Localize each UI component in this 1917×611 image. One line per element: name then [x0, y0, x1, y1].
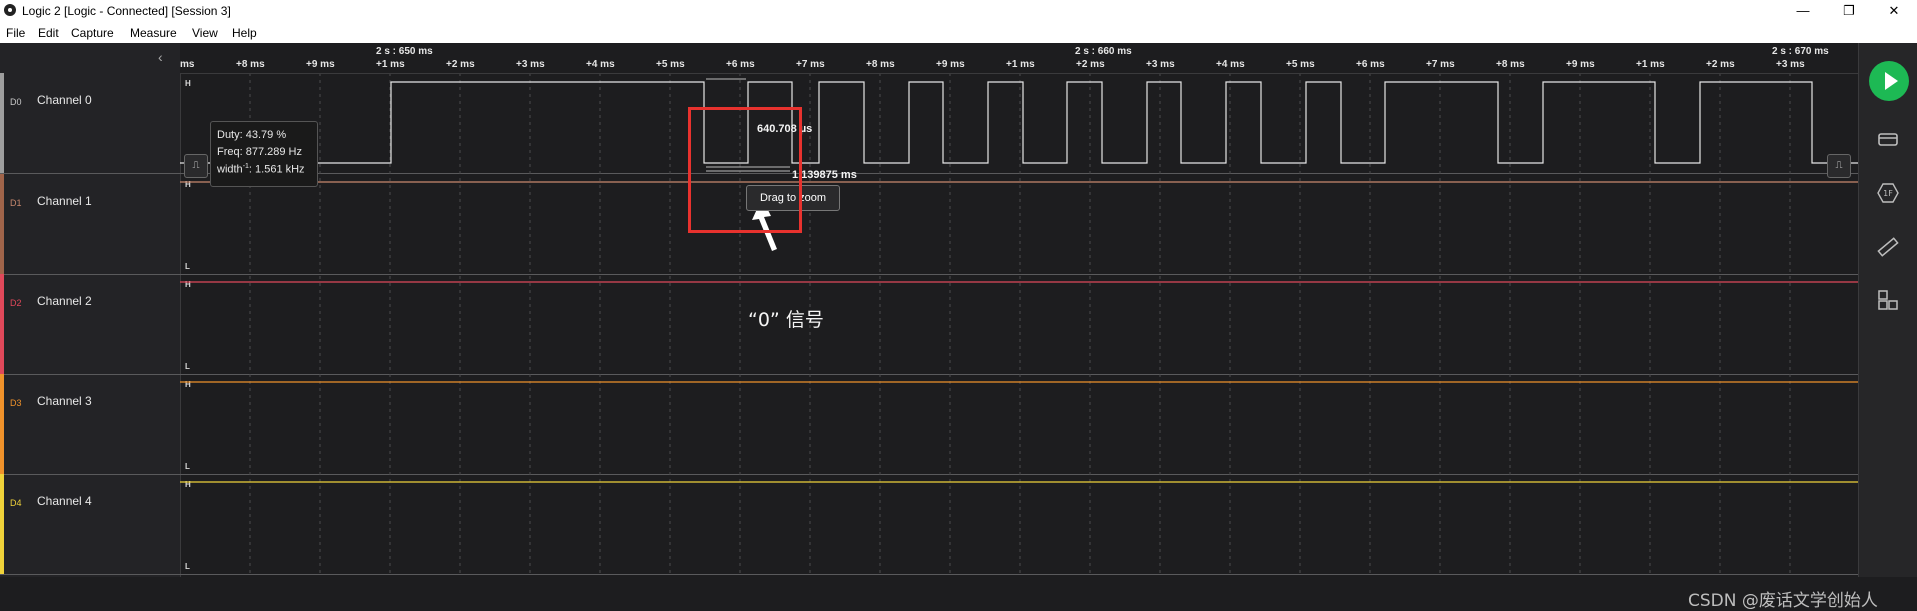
ruler-tick-label: +1 ms	[376, 59, 405, 70]
channel-color-stripe	[0, 474, 4, 574]
channel-id: D1	[10, 198, 22, 208]
app-logo-icon	[4, 4, 16, 16]
menu-bar: File Edit Capture Measure View Help	[0, 22, 1917, 43]
level-high-label: H	[185, 380, 191, 389]
level-low-label: L	[185, 262, 190, 271]
ruler-tick-label: +7 ms	[1426, 59, 1455, 70]
channel-name[interactable]: Channel 1	[37, 194, 92, 208]
ruler-tick-label: +3 ms	[516, 59, 545, 70]
ruler-tick-label: +2 ms	[446, 59, 475, 70]
level-low-label: L	[185, 362, 190, 371]
channel-id: D0	[10, 97, 22, 107]
menu-help[interactable]: Help	[232, 26, 257, 40]
channel-name[interactable]: Channel 3	[37, 394, 92, 408]
extensions-icon[interactable]	[1876, 288, 1900, 312]
channel-id: D4	[10, 498, 22, 508]
menu-view[interactable]: View	[192, 26, 218, 40]
menu-edit[interactable]: Edit	[38, 26, 59, 40]
width-inverse-value: width-1: 1.561 kHz	[217, 163, 305, 176]
level-high-label: H	[185, 79, 191, 88]
ruler-tick-label: +2 ms	[1706, 59, 1735, 70]
channel-row-3[interactable]: D3 Channel 3 H L	[0, 374, 1858, 475]
measure-ruler-icon[interactable]	[1876, 235, 1900, 259]
channel-row-1[interactable]: D1 Channel 1 H L	[0, 174, 1858, 275]
annotation-label: “0” 信号	[748, 309, 824, 331]
channel-id: D2	[10, 298, 22, 308]
ruler-major-label: 2 s : 660 ms	[1075, 46, 1132, 57]
duty-value: Duty: 43.79 %	[217, 129, 287, 141]
trigger-rising-edge-icon[interactable]: ⎍	[1827, 154, 1851, 178]
analyzer-icon[interactable]: 1F	[1876, 181, 1900, 205]
ruler-tick-label: ms	[180, 59, 195, 70]
channel-color-stripe	[0, 374, 4, 474]
measurement-popup: Duty: 43.79 % Freq: 877.289 Hz width-1: …	[210, 121, 318, 187]
window-titlebar: Logic 2 [Logic - Connected] [Session 3] …	[0, 0, 1917, 22]
menu-measure[interactable]: Measure	[130, 26, 177, 40]
ruler-tick-label: +4 ms	[1216, 59, 1245, 70]
channel-name[interactable]: Channel 0	[37, 93, 92, 107]
channel-color-stripe	[0, 274, 4, 374]
close-button[interactable]: ✕	[1871, 0, 1917, 22]
highlight-box	[688, 107, 802, 233]
level-high-label: H	[185, 180, 191, 189]
ruler-major-label: 2 s : 650 ms	[376, 46, 433, 57]
ruler-tick-label: +6 ms	[726, 59, 755, 70]
ruler-tick-label: +7 ms	[796, 59, 825, 70]
ruler-tick-label: +1 ms	[1006, 59, 1035, 70]
menu-capture[interactable]: Capture	[71, 26, 114, 40]
channel-color-stripe	[0, 174, 4, 274]
channel-name[interactable]: Channel 4	[37, 494, 92, 508]
ruler-tick-label: +8 ms	[1496, 59, 1525, 70]
chevron-left-icon[interactable]: ‹	[158, 49, 163, 65]
waveform-area[interactable]: D0 Channel 0 H L D1 Channel 1 H L D2 Cha…	[0, 43, 1878, 611]
ruler-tick-label: +9 ms	[306, 59, 335, 70]
ruler-tick-label: +8 ms	[866, 59, 895, 70]
level-high-label: H	[185, 480, 191, 489]
channel-id: D3	[10, 398, 22, 408]
trigger-falling-edge-icon[interactable]: ⎍	[184, 154, 208, 178]
channel-row-2[interactable]: D2 Channel 2 H L	[0, 274, 1858, 375]
level-high-label: H	[185, 280, 191, 289]
ruler-tick-label: +8 ms	[236, 59, 265, 70]
ruler-tick-label: +9 ms	[936, 59, 965, 70]
svg-text:1F: 1F	[1883, 189, 1893, 198]
ruler-tick-label: +2 ms	[1076, 59, 1105, 70]
time-ruler[interactable]: ‹ 2 s : 650 ms 2 s : 660 ms 2 s : 670 ms…	[158, 43, 1858, 74]
level-low-label: L	[185, 562, 190, 571]
ruler-tick-label: +6 ms	[1356, 59, 1385, 70]
ruler-tick-label: +4 ms	[586, 59, 615, 70]
ruler-tick-label: +9 ms	[1566, 59, 1595, 70]
play-icon[interactable]	[1869, 61, 1909, 101]
device-icon[interactable]	[1876, 127, 1900, 151]
ruler-tick-label: +5 ms	[656, 59, 685, 70]
channel-color-stripe	[0, 73, 4, 173]
ruler-major-label: 2 s : 670 ms	[1772, 46, 1829, 57]
channel-name[interactable]: Channel 2	[37, 294, 92, 308]
ruler-tick-label: +3 ms	[1146, 59, 1175, 70]
minimize-button[interactable]: —	[1780, 0, 1826, 22]
window-title: Logic 2 [Logic - Connected] [Session 3]	[22, 4, 231, 18]
right-sidebar: 1F	[1858, 43, 1917, 577]
channel-row-4[interactable]: D4 Channel 4 H L	[0, 474, 1858, 575]
menu-file[interactable]: File	[6, 26, 25, 40]
ruler-tick-label: +1 ms	[1636, 59, 1665, 70]
ruler-tick-label: +5 ms	[1286, 59, 1315, 70]
watermark: CSDN @废话文学创始人	[1688, 591, 1878, 611]
level-low-label: L	[185, 462, 190, 471]
ruler-tick-label: +3 ms	[1776, 59, 1805, 70]
maximize-button[interactable]: ❐	[1826, 0, 1872, 22]
freq-value: Freq: 877.289 Hz	[217, 146, 302, 158]
